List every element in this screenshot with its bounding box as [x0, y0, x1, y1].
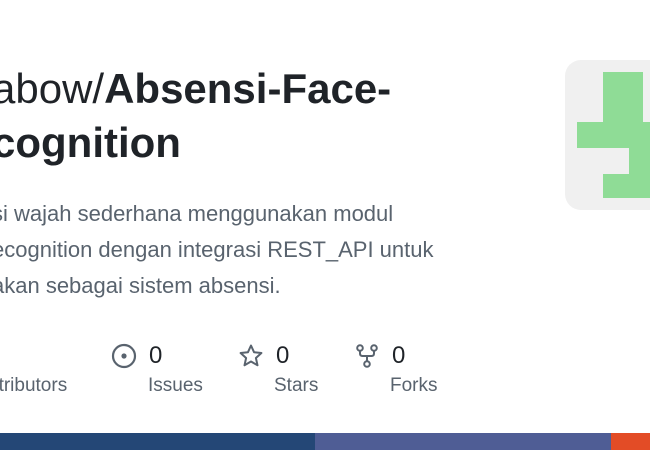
stat-stars[interactable]: 0 Stars: [238, 342, 318, 396]
fork-icon: [356, 344, 378, 368]
language-segment-3: [611, 433, 650, 450]
stat-issues[interactable]: 0 Issues: [111, 342, 203, 396]
star-icon: [239, 344, 263, 367]
forks-label: Forks: [390, 375, 438, 396]
issues-label: Issues: [148, 375, 203, 396]
identicon-block-3: [577, 122, 650, 148]
description-line-3: akan sebagai sistem absensi.: [0, 273, 281, 298]
repo-name-line1[interactable]: Absensi-Face-: [104, 65, 391, 112]
identicon-block-4: [629, 148, 650, 174]
language-segment-1: [0, 433, 316, 450]
identicon-block-2: [603, 96, 643, 122]
repo-title[interactable]: abow/Absensi-Face- cognition: [0, 62, 391, 170]
language-segment-2: [315, 433, 611, 450]
issues-count: 0: [149, 342, 163, 369]
language-bar: [0, 433, 650, 450]
identicon-avatar[interactable]: [565, 60, 650, 210]
identicon-block-5: [603, 174, 650, 198]
repo-owner[interactable]: abow/: [0, 65, 104, 112]
repo-description: si wajah sederhana menggunakan modul eco…: [0, 196, 434, 304]
description-line-2: ecognition dengan integrasi REST_API unt…: [0, 237, 434, 262]
contributors-label: ntributors: [0, 375, 68, 396]
stars-label: Stars: [274, 375, 319, 396]
description-line-1: si wajah sederhana menggunakan modul: [0, 201, 394, 226]
stat-forks[interactable]: 0 Forks: [354, 342, 438, 396]
repo-name-line2[interactable]: cognition: [0, 119, 181, 166]
stars-count: 0: [276, 342, 290, 369]
issue-circle-icon: [111, 343, 137, 369]
forks-count: 0: [392, 342, 406, 369]
identicon-block-1: [603, 72, 643, 96]
